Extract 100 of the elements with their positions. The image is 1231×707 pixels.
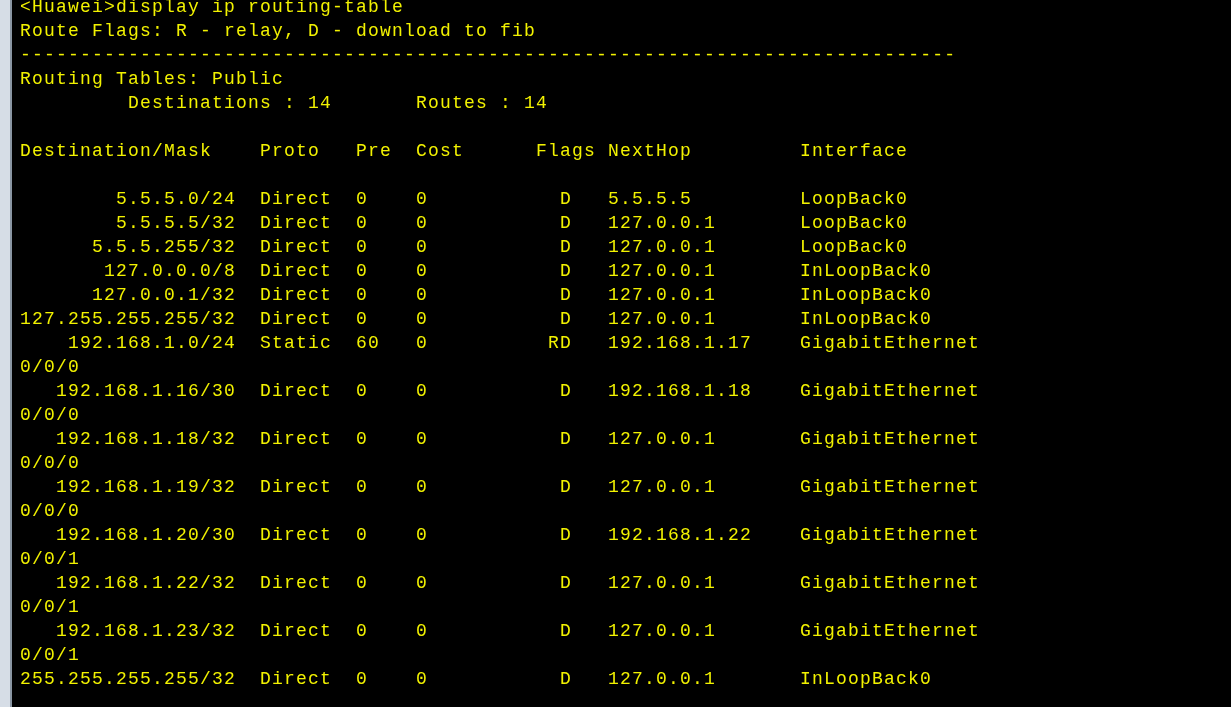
table-cell-text: 0/0/0 [20,452,80,475]
table-cell: 0 [416,381,428,401]
table-cell: D [560,285,572,305]
table-cell: 0 [356,669,368,689]
table-cell: D [560,525,572,545]
table-cell: 192.168.1.17 [608,333,753,353]
table-cell: InLoopBack0 [800,309,933,329]
table-cell: Direct [260,669,332,689]
column-header: Destination/Mask [20,141,213,161]
table-cell: 0 [356,525,368,545]
table-cell: 0 [416,573,428,593]
table-cell: Direct [260,285,332,305]
table-cell: 192.168.1.19/32 [55,477,236,497]
table-cell-text: 0/0/0 [20,404,80,427]
separator-line: ------------------------------------------------------------------------------ [20,44,957,67]
table-cell: InLoopBack0 [800,261,933,281]
table-cell: 192.168.1.23/32 [55,621,236,641]
table-cell: D [560,381,572,401]
table-cell: 0 [416,333,428,353]
table-cell: Direct [260,573,332,593]
table-cell: 0 [356,213,368,233]
table-cell: GigabitEthernet [800,573,981,593]
table-cell: 0 [356,381,368,401]
table-cell: 0 [416,429,428,449]
table-cell: GigabitEthernet [800,477,981,497]
table-cell: D [560,261,572,281]
table-cell: 127.0.0.1 [608,309,717,329]
table-cell: 0 [416,285,428,305]
table-cell: LoopBack0 [800,189,909,209]
table-cell: D [560,669,572,689]
table-cell-text: 0/0/0 [20,356,80,379]
table-cell: 0 [356,309,368,329]
table-cell: D [560,477,572,497]
column-header: Proto [260,141,320,161]
table-cell: 0 [416,525,428,545]
column-header: Interface [800,141,909,161]
table-cell: 127.0.0.1 [608,213,717,233]
table-cell: Direct [260,261,332,281]
table-cell: 127.0.0.1/32 [91,285,236,305]
table-cell: 192.168.1.18 [608,381,753,401]
column-header: Cost [416,141,464,161]
column-header: NextHop [608,141,692,161]
table-cell: Direct [260,189,332,209]
table-cell: 5.5.5.0/24 [115,189,236,209]
column-header: Flags [536,141,596,161]
table-cell: 255.255.255.255/32 [20,669,237,689]
table-cell: 5.5.5.5/32 [115,213,236,233]
table-cell: D [560,429,572,449]
table-cell: GigabitEthernet [800,333,981,353]
table-cell: RD [548,333,572,353]
table-cell: D [560,189,572,209]
table-cell: 0 [356,189,368,209]
table-cell: 0 [356,429,368,449]
table-cell-text: 0/0/1 [20,644,80,667]
table-cell: 127.0.0.0/8 [103,261,236,281]
table-cell: GigabitEthernet [800,429,981,449]
column-header: Pre [356,141,392,161]
summary-text: Routes : 14 [416,93,549,113]
table-cell: 127.0.0.1 [608,285,717,305]
table-cell: GigabitEthernet [800,621,981,641]
table-cell: 0 [416,261,428,281]
table-cell: 0 [356,573,368,593]
table-cell: 192.168.1.22 [608,525,753,545]
table-cell: 5.5.5.255/32 [91,237,236,257]
table-cell: 192.168.1.0/24 [67,333,236,353]
table-cell: 0 [356,237,368,257]
table-cell: LoopBack0 [800,237,909,257]
table-cell: 0 [416,189,428,209]
table-cell: 127.0.0.1 [608,669,717,689]
summary-text: Destinations : 14 [128,93,333,113]
table-cell: Direct [260,237,332,257]
table-cell: 5.5.5.5 [608,189,692,209]
table-cell: 127.0.0.1 [608,237,717,257]
table-cell: 0 [416,309,428,329]
table-cell: D [560,237,572,257]
table-cell: 0 [416,213,428,233]
table-cell: 192.168.1.20/30 [55,525,236,545]
table-cell: 0 [356,285,368,305]
table-cell: D [560,573,572,593]
table-cell: InLoopBack0 [800,669,933,689]
table-cell-text: 0/0/1 [20,596,80,619]
table-cell: 0 [416,477,428,497]
table-cell: 0 [356,621,368,641]
table-cell: Direct [260,381,332,401]
table-cell: 192.168.1.16/30 [55,381,236,401]
table-cell: 127.0.0.1 [608,261,717,281]
table-cell: Direct [260,477,332,497]
table-cell: Static [260,333,332,353]
table-cell: LoopBack0 [800,213,909,233]
table-cell: D [560,213,572,233]
flags-legend: Route Flags: R - relay, D - download to fib [20,19,537,43]
table-cell: Direct [260,525,332,545]
table-cell: 192.168.1.18/32 [55,429,236,449]
table-cell: 127.0.0.1 [608,429,717,449]
table-cell: InLoopBack0 [800,285,933,305]
table-cell-text: 0/0/1 [20,548,80,571]
table-cell: 192.168.1.22/32 [55,573,236,593]
table-cell: Direct [260,213,332,233]
table-cell: D [560,621,572,641]
table-cell: 127.0.0.1 [608,621,717,641]
